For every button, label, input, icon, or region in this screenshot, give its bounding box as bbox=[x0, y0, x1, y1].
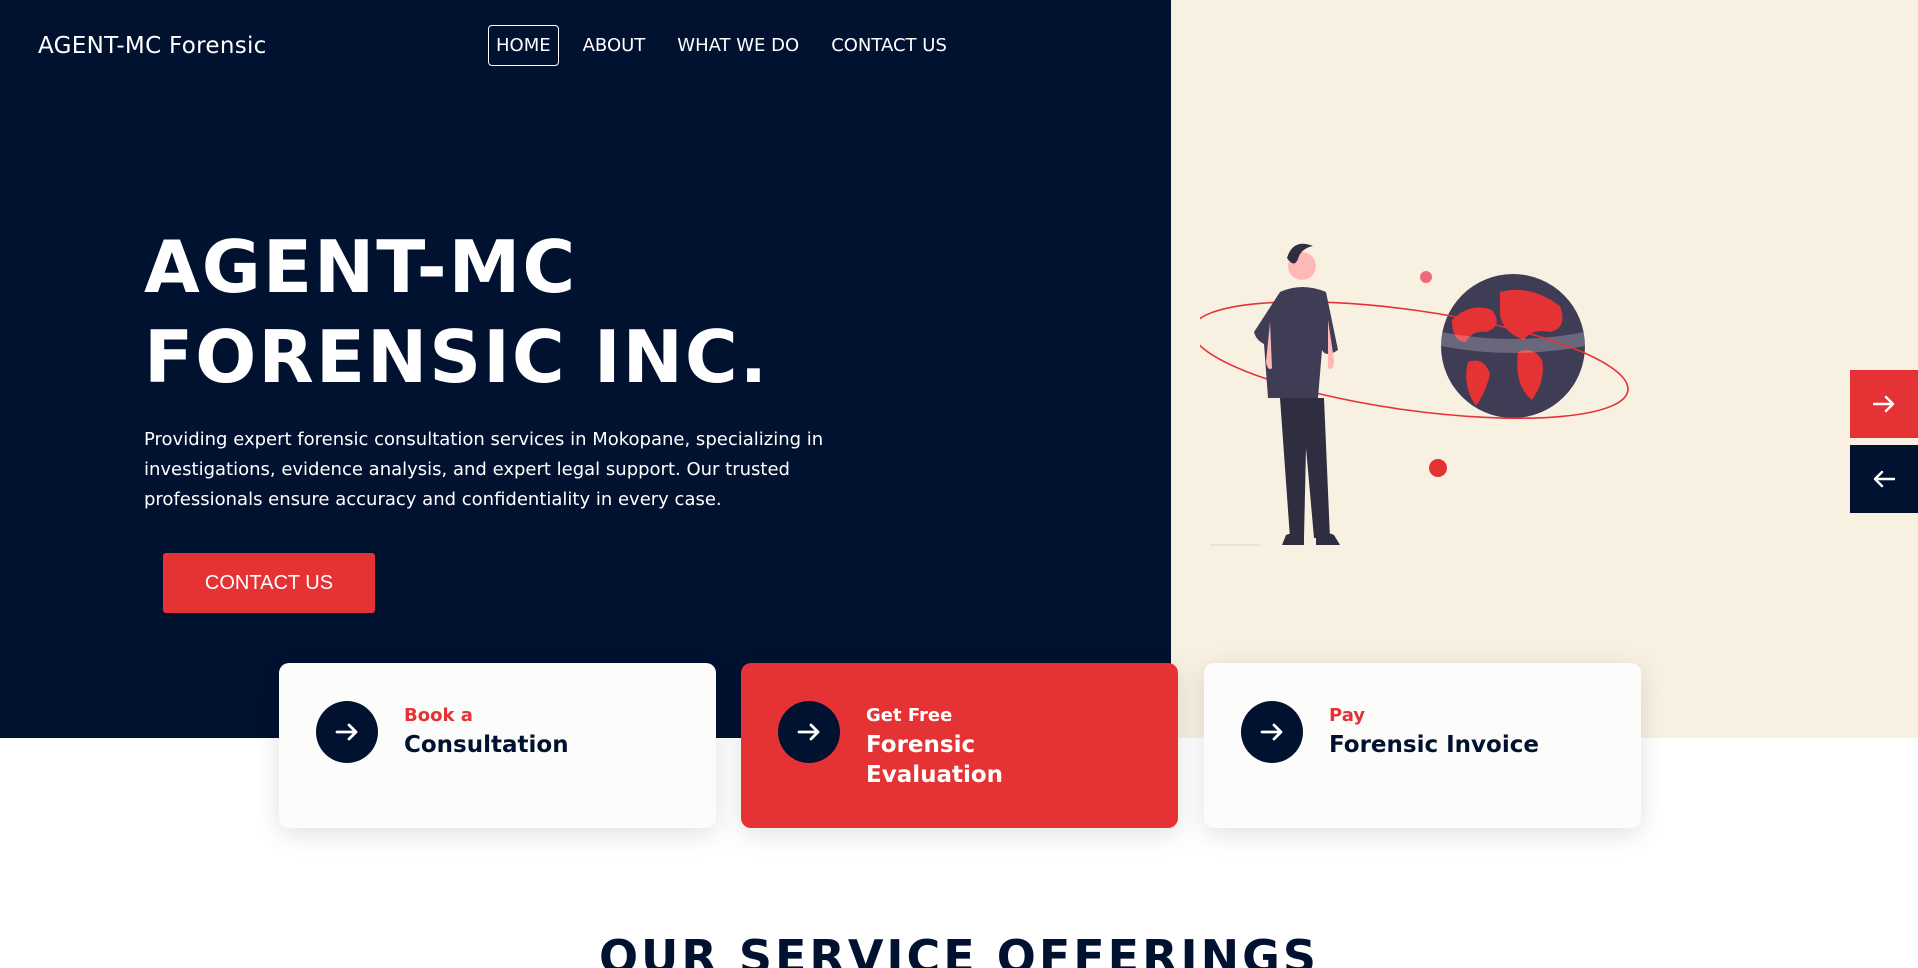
card-kicker: Book a bbox=[404, 705, 473, 726]
card-pay-invoice[interactable]: Pay Forensic Invoice bbox=[1204, 663, 1641, 828]
red-dot bbox=[1429, 459, 1447, 477]
arrow-right-icon bbox=[1260, 723, 1283, 741]
hero-title-line2: FORENSIC INC. bbox=[144, 315, 770, 399]
hero-description: Providing expert forensic consultation s… bbox=[144, 429, 824, 510]
small-dot bbox=[1420, 271, 1432, 283]
nav-item-what-we-do[interactable]: WHAT WE DO bbox=[669, 25, 807, 66]
person-legs bbox=[1280, 398, 1330, 538]
hero-title-line1: AGENT-MC bbox=[144, 225, 578, 309]
card-arrow-button bbox=[778, 701, 840, 763]
nav-item-contact-us[interactable]: CONTACT US bbox=[823, 25, 955, 66]
card-title: Consultation bbox=[404, 732, 569, 758]
services-heading: OUR SERVICE OFFERINGS bbox=[598, 930, 1320, 968]
card-book-consultation[interactable]: Book a Consultation bbox=[279, 663, 716, 828]
card-title: Forensic Invoice bbox=[1329, 732, 1539, 758]
card-free-evaluation[interactable]: Get Free Forensic Evaluation bbox=[741, 663, 1178, 828]
arrow-right-icon bbox=[1873, 395, 1895, 413]
hero-contact-button[interactable]: CONTACT US bbox=[163, 553, 375, 613]
page: AGENT-MC Forensic HOME ABOUT WHAT WE DO … bbox=[0, 0, 1918, 968]
card-arrow-button bbox=[316, 701, 378, 763]
nav-item-about[interactable]: ABOUT bbox=[575, 25, 654, 66]
slider-prev-button[interactable] bbox=[1850, 445, 1918, 513]
card-kicker: Pay bbox=[1329, 705, 1366, 726]
arrow-left-icon bbox=[1873, 470, 1895, 488]
arrow-right-icon bbox=[335, 723, 358, 741]
main-nav: HOME ABOUT WHAT WE DO CONTACT US bbox=[488, 25, 971, 66]
nav-item-home[interactable]: HOME bbox=[488, 25, 559, 66]
person-globe-illustration bbox=[1200, 243, 1629, 546]
card-title: Forensic Evaluation bbox=[866, 732, 1004, 788]
slider-next-button[interactable] bbox=[1850, 370, 1918, 438]
hero-title: AGENT-MC FORENSIC INC. bbox=[144, 222, 844, 402]
arrow-right-icon bbox=[797, 723, 820, 741]
card-kicker: Get Free bbox=[866, 705, 953, 726]
brand-logo-text[interactable]: AGENT-MC Forensic bbox=[38, 33, 267, 59]
card-arrow-button bbox=[1241, 701, 1303, 763]
